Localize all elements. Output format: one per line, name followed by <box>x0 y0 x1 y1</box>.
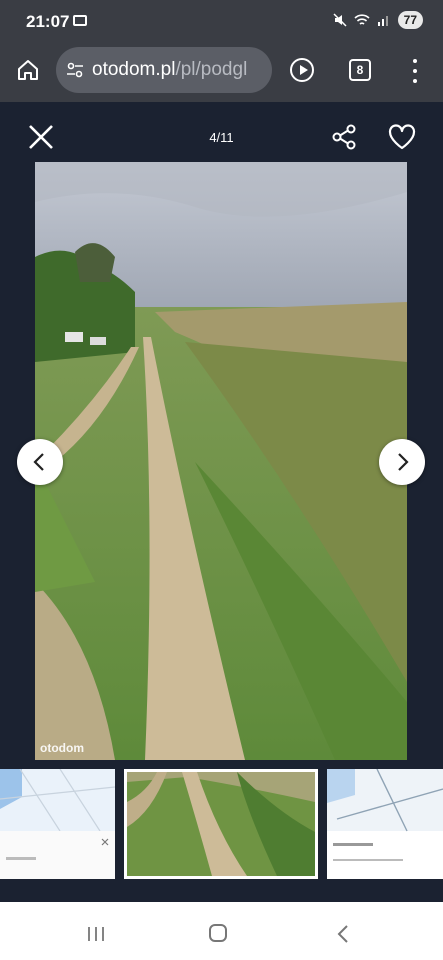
battery-badge: 77 <box>397 11 423 29</box>
address-bar[interactable]: otodom.pl/pl/podgl <box>56 47 272 93</box>
map-thumbnail-image <box>0 769 115 879</box>
back-icon[interactable] <box>336 924 350 944</box>
mute-icon <box>333 13 347 27</box>
next-photo-button[interactable] <box>379 439 425 485</box>
favorite-heart-icon[interactable] <box>388 124 416 150</box>
url-text: otodom.pl/pl/podgl <box>92 59 247 81</box>
field-path-photo <box>35 162 407 760</box>
status-time: 21:07 <box>26 12 70 31</box>
system-navigation-bar <box>0 902 443 960</box>
thumbnail-strip <box>0 767 443 882</box>
tab-switcher-button[interactable]: 8 <box>349 59 371 81</box>
url-domain: otodom.pl <box>92 59 176 80</box>
wifi-icon <box>354 14 370 25</box>
previous-photo-button[interactable] <box>17 439 63 485</box>
thumbnail-photo-selected[interactable] <box>124 769 318 879</box>
thumbnail-map-1[interactable] <box>0 769 115 879</box>
photo-counter: 4/11 <box>209 130 234 145</box>
home-icon[interactable] <box>16 58 40 82</box>
chevron-right-icon <box>398 453 409 471</box>
gallery-viewer: 4/11 otodom <box>0 102 443 902</box>
more-menu-icon[interactable] <box>406 59 424 83</box>
status-icons: 77 <box>333 11 423 29</box>
site-settings-icon[interactable] <box>66 61 84 79</box>
photo-thumbnail-image <box>127 772 315 876</box>
signal-icon <box>377 16 388 26</box>
main-photo[interactable]: otodom <box>35 162 407 760</box>
status-bar: 21:07 77 <box>0 0 443 40</box>
browser-toolbar: otodom.pl/pl/podgl 8 <box>0 40 443 102</box>
chevron-left-icon <box>33 453 44 471</box>
thumbnail-map-2[interactable] <box>327 769 443 879</box>
url-path: /pl/podgl <box>175 59 248 80</box>
recent-apps-icon[interactable] <box>86 926 106 942</box>
watermark: otodom <box>40 741 84 755</box>
play-icon[interactable] <box>290 58 314 82</box>
map-thumbnail-image <box>327 769 443 879</box>
share-icon[interactable] <box>331 124 357 150</box>
screen-record-icon <box>73 15 87 26</box>
home-button-icon[interactable] <box>209 924 227 942</box>
